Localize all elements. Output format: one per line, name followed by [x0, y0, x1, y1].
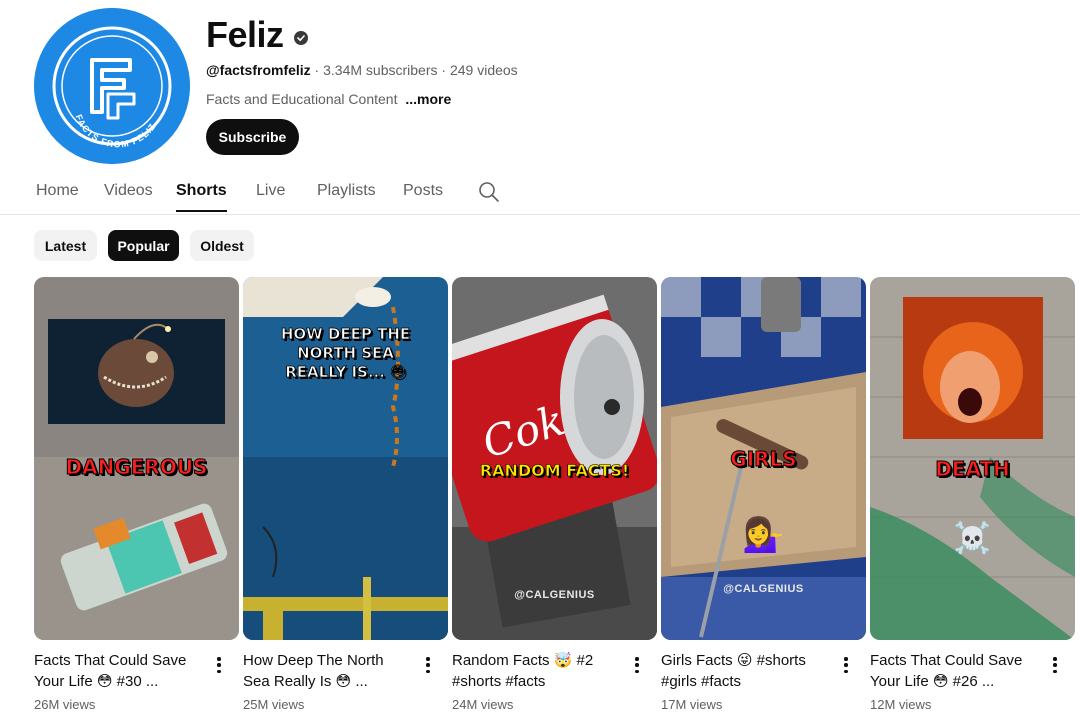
tab-live[interactable]: Live: [256, 182, 285, 210]
short-thumbnail[interactable]: HOW DEEP THE NORTH SEA REALLY IS... 😳: [243, 277, 448, 640]
chip-oldest[interactable]: Oldest: [190, 230, 254, 261]
short-title-line: Facts That Could Save: [34, 652, 187, 669]
short-thumbnail[interactable]: Coke RANDOM FACTS! @CALGENIUS: [452, 277, 657, 640]
view-count: 17M views: [661, 697, 723, 712]
more-vert-icon[interactable]: [423, 655, 433, 675]
channel-header: FACTS FROM FELIZ Feliz @factsfromfeliz ·…: [0, 0, 1080, 170]
thumbnail-emoji: ☠️: [953, 521, 992, 556]
chip-popular[interactable]: Popular: [108, 230, 179, 261]
subscribe-button[interactable]: Subscribe: [206, 119, 299, 155]
view-count: 12M views: [870, 697, 932, 712]
short-title-line: #shorts #facts: [452, 673, 546, 690]
more-vert-icon[interactable]: [214, 655, 224, 675]
short-card[interactable]: DANGEROUS Facts That Could Save Your Lif…: [34, 277, 239, 712]
short-thumbnail[interactable]: DANGEROUS: [34, 277, 239, 640]
short-title[interactable]: Facts That Could Save Your Life 😳 #26 ..…: [870, 650, 1040, 692]
chip-latest[interactable]: Latest: [34, 230, 97, 261]
tab-playlists[interactable]: Playlists: [317, 182, 376, 210]
thumbnail-emoji: 💁‍♀️: [742, 515, 785, 555]
thumbnail-overlay-text: HOW DEEP THE NORTH SEA REALLY IS... 😳: [280, 325, 411, 382]
video-count: 249 videos: [449, 62, 518, 78]
channel-tabs: Home Videos Shorts Live Playlists Posts: [0, 172, 1080, 215]
short-title[interactable]: How Deep The North Sea Really Is 😳 ...: [243, 650, 413, 692]
channel-name: Feliz: [206, 14, 308, 56]
thumbnail-overlay-text: DANGEROUS: [65, 455, 208, 480]
view-count: 26M views: [34, 697, 96, 712]
short-title-line: Your Life 😳 #30 ...: [34, 673, 159, 690]
verified-badge-icon: [293, 31, 308, 45]
shorts-grid: DANGEROUS Facts That Could Save Your Lif…: [0, 277, 1080, 716]
short-title-line: #girls #facts: [661, 673, 742, 690]
channel-name-text: Feliz: [206, 14, 284, 55]
thumbnail-overlay-text: GIRLS: [730, 447, 797, 472]
description-text: Facts and Educational Content: [206, 91, 398, 107]
thumbnail-watermark: @CALGENIUS: [723, 583, 804, 595]
short-title-line: Sea Really Is 😳 ...: [243, 673, 368, 690]
view-count: 25M views: [243, 697, 305, 712]
more-vert-icon[interactable]: [1050, 655, 1060, 675]
short-title[interactable]: Random Facts 🤯 #2 #shorts #facts: [452, 650, 622, 692]
tab-shorts[interactable]: Shorts: [176, 182, 227, 212]
view-count: 24M views: [452, 697, 514, 712]
short-thumbnail[interactable]: GIRLS 💁‍♀️ @CALGENIUS: [661, 277, 866, 640]
tab-videos[interactable]: Videos: [104, 182, 153, 210]
thumbnail-watermark: @CALGENIUS: [514, 589, 595, 601]
short-title[interactable]: Facts That Could Save Your Life 😳 #30 ..…: [34, 650, 204, 692]
short-card[interactable]: HOW DEEP THE NORTH SEA REALLY IS... 😳 Ho…: [243, 277, 448, 712]
meta-separator: ·: [310, 62, 324, 78]
short-card[interactable]: Coke RANDOM FACTS! @CALGENIUS Random Fac…: [452, 277, 657, 712]
tab-home[interactable]: Home: [36, 182, 79, 210]
short-title-line: How Deep The North: [243, 652, 384, 669]
short-card[interactable]: GIRLS 💁‍♀️ @CALGENIUS Girls Facts 😜 #sho…: [661, 277, 866, 712]
thumbnail-overlay-text: RANDOM FACTS!: [479, 461, 630, 481]
thumbnail-overlay-text: DEATH: [935, 457, 1011, 482]
tab-posts[interactable]: Posts: [403, 182, 443, 210]
short-title-line: Your Life 😳 #26 ...: [870, 673, 995, 690]
subscriber-count: 3.34M subscribers: [323, 62, 438, 78]
more-vert-icon[interactable]: [632, 655, 642, 675]
more-link[interactable]: ...more: [405, 91, 451, 107]
meta-separator: ·: [437, 62, 450, 78]
more-vert-icon[interactable]: [841, 655, 851, 675]
short-title[interactable]: Girls Facts 😜 #shorts #girls #facts: [661, 650, 831, 692]
channel-meta: @factsfromfeliz · 3.34M subscribers · 24…: [206, 62, 518, 78]
channel-avatar[interactable]: FACTS FROM FELIZ: [34, 8, 190, 164]
short-title-line: Girls Facts 😜 #shorts: [661, 652, 806, 669]
channel-description[interactable]: Facts and Educational Content ...more: [206, 91, 451, 107]
short-card[interactable]: DEATH ☠️ Facts That Could Save Your Life…: [870, 277, 1075, 712]
channel-handle[interactable]: @factsfromfeliz: [206, 62, 311, 78]
search-icon[interactable]: [478, 181, 500, 203]
short-title-line: Random Facts 🤯 #2: [452, 652, 594, 669]
short-title-line: Facts That Could Save: [870, 652, 1023, 669]
short-thumbnail[interactable]: DEATH ☠️: [870, 277, 1075, 640]
